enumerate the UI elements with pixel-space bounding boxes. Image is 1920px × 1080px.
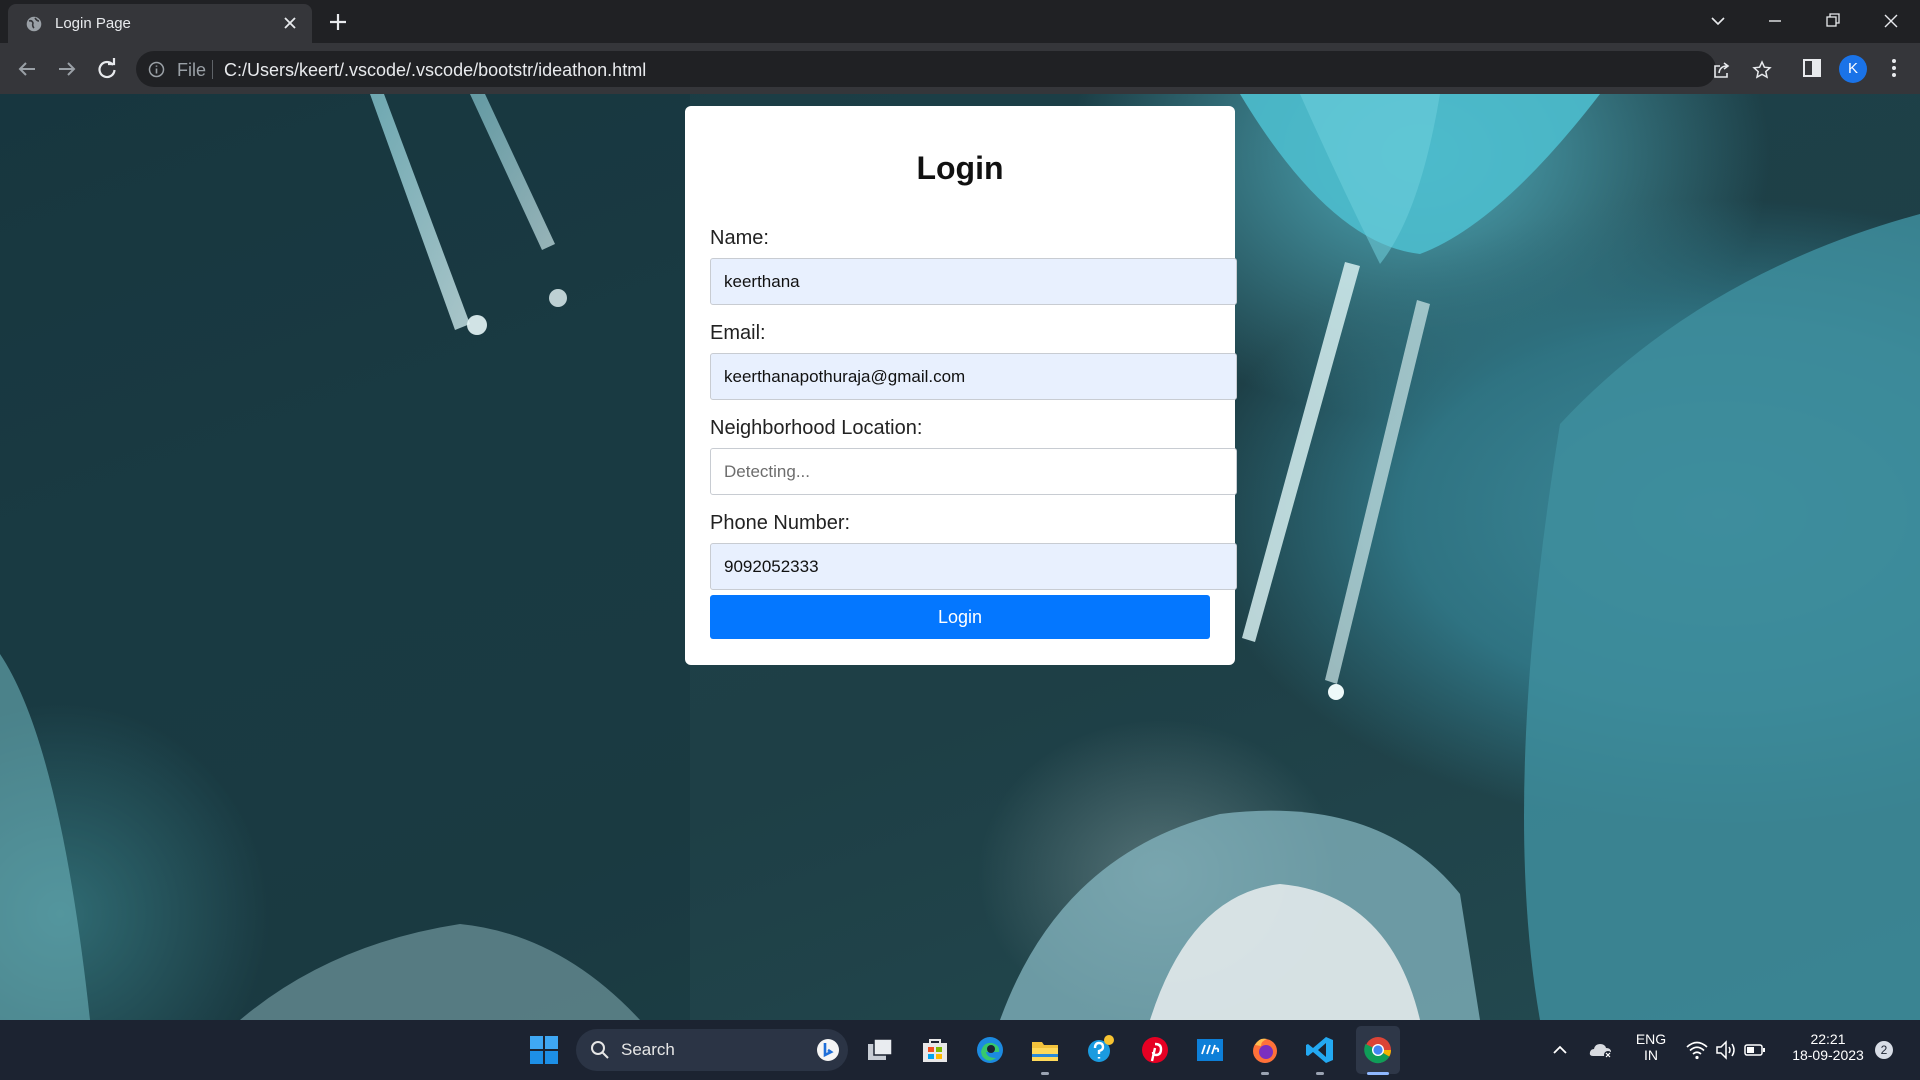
- browser-toolbar: File C:/Users/keert/.vscode/.vscode/boot…: [0, 43, 1920, 94]
- pinterest-icon[interactable]: [1139, 1034, 1171, 1066]
- volume-icon[interactable]: [1714, 1038, 1738, 1062]
- login-card: Login Name: Email: Neighborhood Location…: [685, 106, 1237, 665]
- close-tab-icon[interactable]: [280, 13, 300, 33]
- tab-login-page[interactable]: Login Page: [8, 4, 312, 43]
- side-panel-icon[interactable]: [1800, 56, 1824, 80]
- language-indicator[interactable]: ENG IN: [1630, 1031, 1672, 1063]
- tray-chevron-up-icon[interactable]: [1548, 1038, 1572, 1062]
- menu-dots-icon[interactable]: [1882, 56, 1906, 80]
- get-help-icon[interactable]: [1085, 1034, 1117, 1066]
- info-icon[interactable]: [148, 61, 165, 78]
- address-url[interactable]: C:/Users/keert/.vscode/.vscode/bootstr/i…: [224, 60, 646, 81]
- name-label: Name:: [710, 227, 769, 249]
- search-icon: [591, 1041, 609, 1059]
- language-code: ENG: [1635, 1031, 1667, 1047]
- edge-icon[interactable]: [974, 1034, 1006, 1066]
- globe-icon: [26, 16, 42, 32]
- clock-date: 18-09-2023: [1792, 1047, 1864, 1063]
- tab-strip: Login Page: [0, 0, 1920, 43]
- chrome-icon[interactable]: [1362, 1034, 1394, 1066]
- microsoft-store-icon[interactable]: [919, 1034, 951, 1066]
- wifi-icon[interactable]: [1685, 1038, 1709, 1062]
- forward-arrow-icon[interactable]: [53, 55, 81, 83]
- tab-search-chevron-icon[interactable]: [1703, 6, 1733, 36]
- tab-title: Login Page: [55, 15, 131, 32]
- location-label: Neighborhood Location:: [710, 417, 923, 439]
- minimize-icon[interactable]: [1760, 6, 1790, 36]
- page-title: Login: [916, 150, 1004, 186]
- login-button[interactable]: Login: [710, 595, 1210, 639]
- notification-badge[interactable]: 2: [1875, 1041, 1893, 1059]
- close-window-icon[interactable]: [1876, 6, 1906, 36]
- bookmark-star-icon[interactable]: [1752, 60, 1772, 80]
- restore-icon[interactable]: [1818, 6, 1848, 36]
- clock-time: 22:21: [1810, 1031, 1846, 1047]
- reload-icon[interactable]: [93, 55, 121, 83]
- address-scheme: File: [177, 60, 207, 80]
- email-field[interactable]: [710, 353, 1237, 400]
- taskbar: Search ENG IN 22:21 18-09-2023 2: [0, 1020, 1920, 1080]
- file-explorer-running-indicator: [1041, 1072, 1049, 1075]
- firefox-icon[interactable]: [1249, 1034, 1281, 1066]
- task-view-icon[interactable]: [864, 1034, 896, 1066]
- phone-label: Phone Number:: [710, 512, 851, 534]
- taskbar-search-label: Search: [621, 1040, 675, 1059]
- profile-avatar[interactable]: K: [1839, 55, 1867, 83]
- address-separator: [212, 60, 213, 79]
- clock[interactable]: 22:21 18-09-2023: [1776, 1031, 1880, 1063]
- back-arrow-icon[interactable]: [13, 55, 41, 83]
- vscode-icon[interactable]: [1304, 1034, 1336, 1066]
- battery-icon[interactable]: [1743, 1038, 1767, 1062]
- location-field[interactable]: [710, 448, 1237, 495]
- chrome-running-indicator: [1367, 1072, 1389, 1075]
- vscode-running-indicator: [1316, 1072, 1324, 1075]
- share-icon[interactable]: [1712, 60, 1732, 80]
- region-code: IN: [1644, 1047, 1658, 1063]
- address-bar[interactable]: File C:/Users/keert/.vscode/.vscode/boot…: [136, 51, 1772, 87]
- onedrive-icon[interactable]: [1588, 1038, 1614, 1062]
- name-field[interactable]: [710, 258, 1237, 305]
- firefox-running-indicator: [1261, 1072, 1269, 1075]
- bing-icon[interactable]: [816, 1038, 840, 1062]
- phone-field[interactable]: [710, 543, 1237, 590]
- windows-start-icon[interactable]: [528, 1034, 560, 1066]
- page-viewport: Login Name: Email: Neighborhood Location…: [0, 94, 1920, 1020]
- myhp-icon[interactable]: [1194, 1034, 1226, 1066]
- taskbar-search[interactable]: Search: [576, 1029, 848, 1071]
- file-explorer-icon[interactable]: [1029, 1034, 1061, 1066]
- new-tab-icon[interactable]: [326, 10, 350, 34]
- email-label: Email:: [710, 322, 766, 344]
